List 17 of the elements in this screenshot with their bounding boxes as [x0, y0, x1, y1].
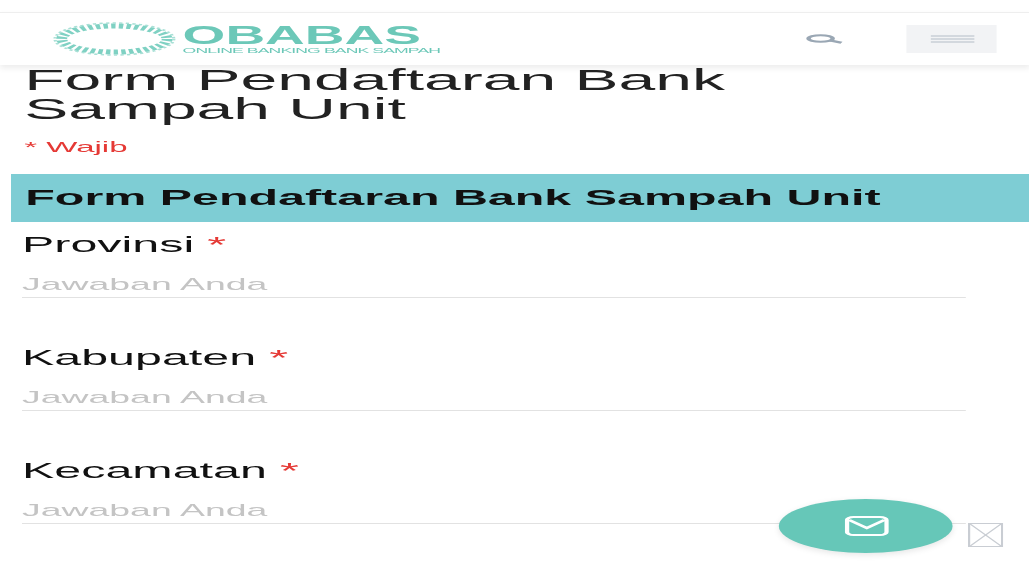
required-mark: *	[280, 458, 299, 484]
field-label: Provinsi	[22, 232, 195, 258]
form-title: Form Pendaftaran Bank Sampah Unit	[23, 65, 726, 123]
required-mark: *	[269, 345, 289, 371]
menu-icon	[929, 35, 974, 43]
envelope-icon	[843, 515, 888, 537]
required-mark: *	[207, 232, 227, 258]
search-icon[interactable]	[805, 34, 845, 44]
required-note: * Wajib	[24, 139, 128, 155]
field-label: Kabupaten	[22, 345, 257, 371]
close-icon[interactable]	[968, 523, 1004, 547]
menu-button[interactable]	[906, 25, 997, 53]
field-label: Kecamatan	[22, 458, 267, 484]
section-header: Form Pendaftaran Bank Sampah Unit	[9, 174, 1029, 222]
logo-subtitle: ONLINE BANKING BANK SAMPAH	[182, 45, 441, 55]
logo-ring-icon	[52, 22, 176, 56]
logo-title: OBABAS	[182, 23, 421, 46]
